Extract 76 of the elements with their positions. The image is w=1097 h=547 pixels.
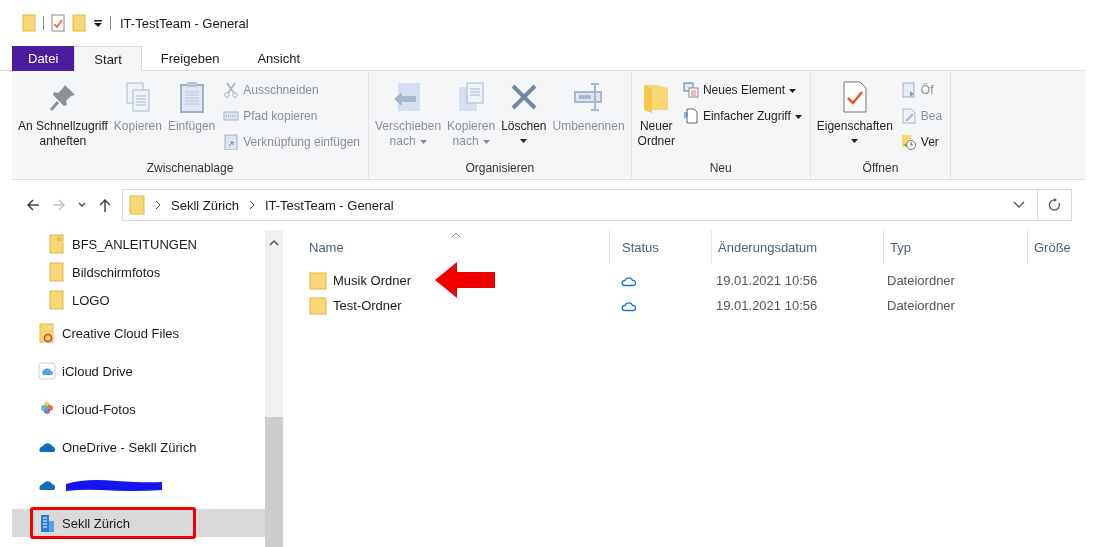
edit-icon [900, 108, 917, 124]
caret-icon [851, 139, 859, 143]
sidebar-item[interactable]: Creative Cloud Files [12, 314, 265, 352]
sidebar-item[interactable]: BFS_ANLEITUNGEN [12, 230, 265, 258]
up-icon [97, 197, 113, 213]
address-field[interactable]: Sekll Zürich IT-TestTeam - General [122, 189, 1038, 221]
ribbon-button[interactable]: Neuer Ordner [635, 77, 677, 153]
folder-icon [309, 296, 327, 315]
open-icon [900, 82, 917, 98]
ribbon-tab[interactable]: Ansicht [238, 46, 319, 71]
caret-icon [520, 139, 528, 143]
scrollbar[interactable] [265, 230, 283, 547]
ribbon-button[interactable]: Einfacher Zugriff [682, 103, 802, 129]
ribbon-button[interactable]: Ver [900, 129, 943, 155]
column-header[interactable]: Typ [884, 230, 1028, 264]
rename-icon [572, 81, 605, 113]
chevron-icon [155, 200, 161, 210]
group-label: Öffnen [861, 161, 900, 177]
cloud-icon [38, 361, 56, 381]
ribbon-button[interactable]: An Schnellzugriff anheften [16, 77, 110, 153]
scroll-up-icon [269, 239, 279, 246]
sidebar-item[interactable]: LOGO [12, 286, 265, 314]
folder-icon [309, 271, 327, 290]
group-label: Neu [708, 161, 733, 177]
ribbon-tab[interactable]: Start [74, 46, 142, 71]
caret-icon [794, 114, 802, 119]
caret-icon [419, 139, 427, 144]
shortcut-icon [223, 134, 240, 150]
sidebar-item[interactable]: Sekll Zürich [12, 509, 265, 537]
folder-icon [129, 195, 145, 215]
folder-icon [48, 290, 66, 310]
sidebar-item[interactable]: iCloud-Fotos [12, 390, 265, 428]
date-modified: 19.01.2021 10:56 [716, 273, 818, 288]
dropdown-icon [93, 18, 103, 28]
ribbon-button[interactable]: Neues Element [682, 77, 802, 103]
history-icon [900, 134, 917, 150]
scissors-icon [223, 82, 240, 98]
refresh-button[interactable] [1038, 189, 1072, 221]
chevron-down-icon [1013, 201, 1025, 209]
forward-icon [51, 197, 67, 213]
ribbon-button[interactable]: Löschen [499, 77, 549, 147]
sidebar-item[interactable]: OneDrive - Sekll Zürich [12, 428, 265, 466]
ribbon-tab[interactable]: Datei [12, 46, 75, 71]
ribbon-button[interactable]: Eigenschaften [814, 77, 895, 147]
caret-icon [788, 88, 796, 93]
ribbon-tab[interactable]: Freigeben [141, 46, 239, 71]
column-header[interactable]: Status [610, 230, 712, 264]
file-name[interactable]: Test-Ordner [333, 298, 402, 313]
folder-icon [48, 234, 66, 254]
file-type: Dateiordner [887, 298, 955, 313]
scrollbar-thumb[interactable] [265, 417, 283, 547]
checklist-icon [51, 14, 65, 32]
document-icon [682, 108, 699, 124]
window-title: IT-TestTeam - General [120, 15, 249, 31]
breadcrumb[interactable]: Sekll Zürich [171, 197, 239, 213]
path-icon [223, 108, 240, 124]
sidebar-item[interactable]: Bildschirmfotos [12, 258, 265, 286]
new-item-icon [682, 82, 699, 98]
file-name[interactable]: Musik Ordner [333, 273, 412, 288]
date-modified: 19.01.2021 10:56 [716, 298, 818, 313]
folder-icon [22, 14, 36, 32]
chevron-icon [248, 200, 255, 210]
sidebar-item[interactable]: iCloud Drive [12, 352, 265, 390]
building-icon [38, 513, 56, 533]
caret-icon [482, 139, 490, 144]
folder-icon [48, 262, 66, 282]
group-label: Zwischenablage [145, 161, 235, 177]
column-header[interactable]: Größe [1028, 230, 1085, 264]
breadcrumb[interactable]: IT-TestTeam - General [264, 197, 394, 213]
file-type: Dateiordner [887, 273, 955, 288]
back-icon [25, 197, 41, 213]
group-label: Organisieren [464, 161, 536, 177]
folder-icon [38, 323, 56, 343]
folder-icon [72, 14, 86, 32]
refresh-icon [1047, 198, 1062, 212]
column-header[interactable]: Änderungsdatum [712, 230, 884, 264]
